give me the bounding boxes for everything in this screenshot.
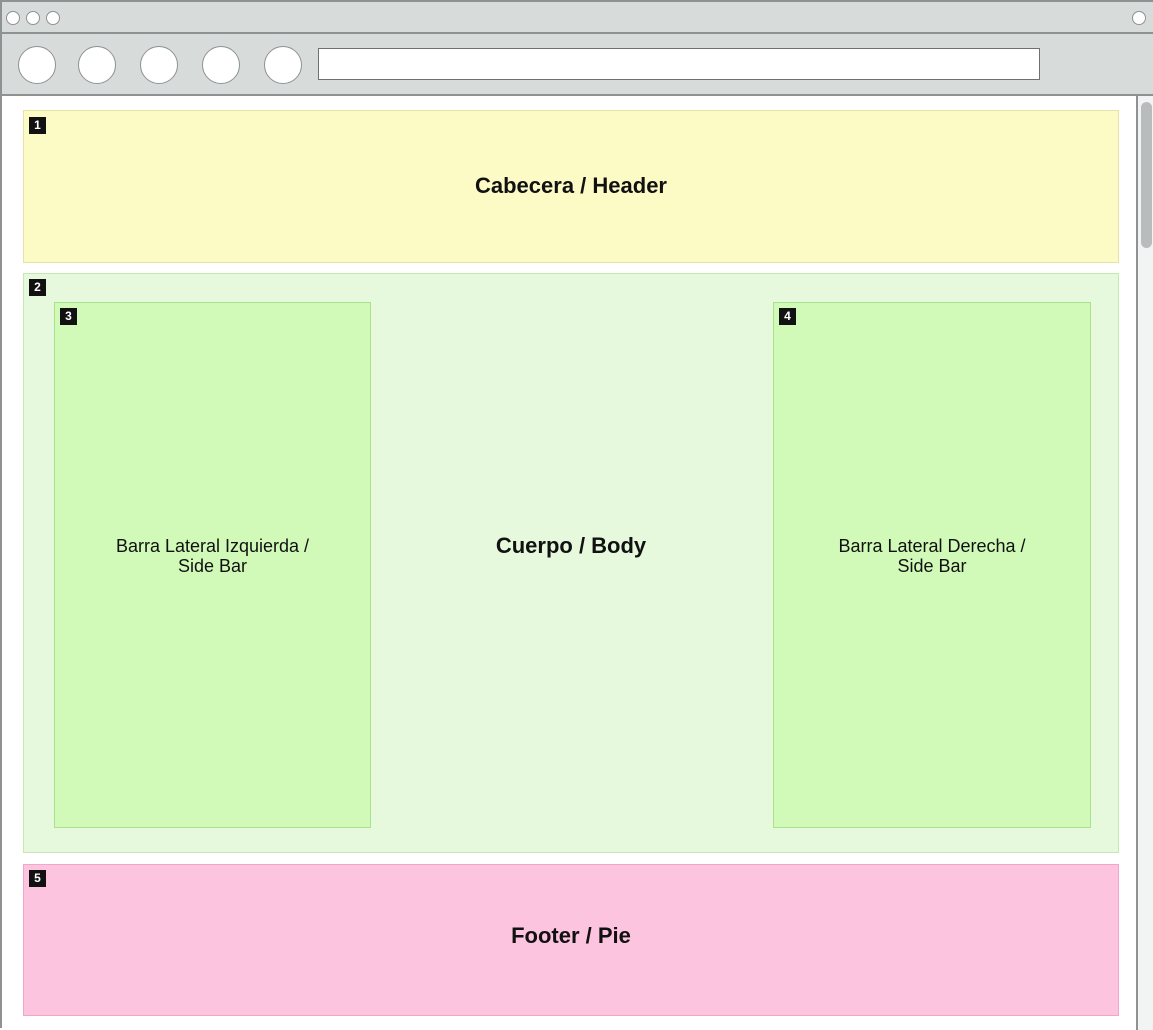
left-sidebar-region: 3 Barra Lateral Izquierda / Side Bar [54,302,371,828]
region-number-badge: 1 [29,117,46,134]
scrollbar-thumb[interactable] [1141,102,1152,248]
left-sidebar-label: Barra Lateral Izquierda / Side Bar [115,536,310,576]
body-region: 2 Cuerpo / Body 3 Barra Lateral Izquierd… [23,273,1119,853]
minimize-window-icon[interactable] [26,11,40,25]
footer-region: 5 Footer / Pie [23,864,1119,1016]
fullscreen-icon[interactable] [1132,11,1146,25]
home-button[interactable] [202,46,240,84]
browser-window: 1 Cabecera / Header 2 Cuerpo / Body 3 Ba… [0,0,1153,1030]
reload-button[interactable] [140,46,178,84]
browser-toolbar [2,34,1153,96]
footer-label: Footer / Pie [511,923,631,948]
right-sidebar-region: 4 Barra Lateral Derecha / Side Bar [773,302,1091,828]
maximize-window-icon[interactable] [46,11,60,25]
back-button[interactable] [18,46,56,84]
region-number-badge: 3 [60,308,77,325]
header-label: Cabecera / Header [475,173,667,198]
region-number-badge: 5 [29,870,46,887]
right-sidebar-label: Barra Lateral Derecha / Side Bar [838,536,1026,576]
close-window-icon[interactable] [6,11,20,25]
page-viewport: 1 Cabecera / Header 2 Cuerpo / Body 3 Ba… [2,96,1136,1030]
header-region: 1 Cabecera / Header [23,110,1119,263]
region-number-badge: 4 [779,308,796,325]
title-bar [2,2,1153,34]
bookmark-button[interactable] [264,46,302,84]
region-number-badge: 2 [29,279,46,296]
vertical-scrollbar[interactable] [1136,96,1153,1030]
forward-button[interactable] [78,46,116,84]
address-bar[interactable] [318,48,1040,80]
